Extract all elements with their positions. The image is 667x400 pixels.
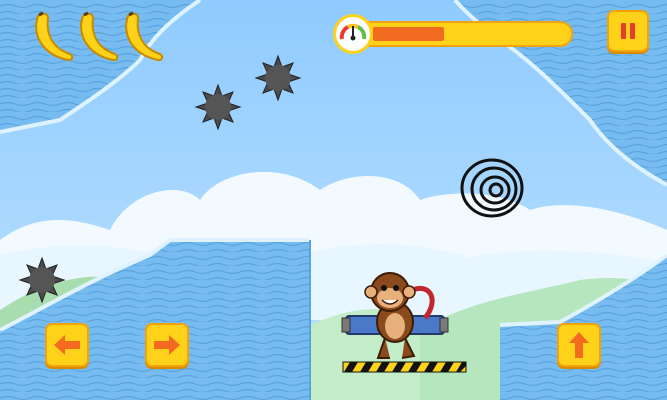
spike-mine [254, 54, 302, 102]
spike-mine [18, 256, 66, 304]
arrow-up-icon [569, 332, 589, 358]
banana-icon [125, 11, 164, 62]
banana-counter [30, 10, 180, 65]
landing-pad [342, 361, 467, 373]
banana-icon [80, 11, 119, 62]
arrow-right-icon [154, 335, 180, 355]
move-right-button[interactable] [145, 323, 189, 367]
move-left-button[interactable] [45, 323, 89, 367]
pause-icon [621, 23, 635, 39]
banana-icon [35, 11, 74, 62]
fuel-bar-fill [373, 27, 444, 41]
fuel-bar-track [353, 21, 573, 47]
arrow-left-icon [54, 335, 80, 355]
game-screen [0, 0, 667, 400]
pause-button[interactable] [607, 10, 649, 52]
fuel-meter [333, 14, 573, 54]
thrust-up-button[interactable] [557, 323, 601, 367]
spike-mine [194, 83, 242, 131]
fuel-gauge-icon [333, 14, 373, 54]
